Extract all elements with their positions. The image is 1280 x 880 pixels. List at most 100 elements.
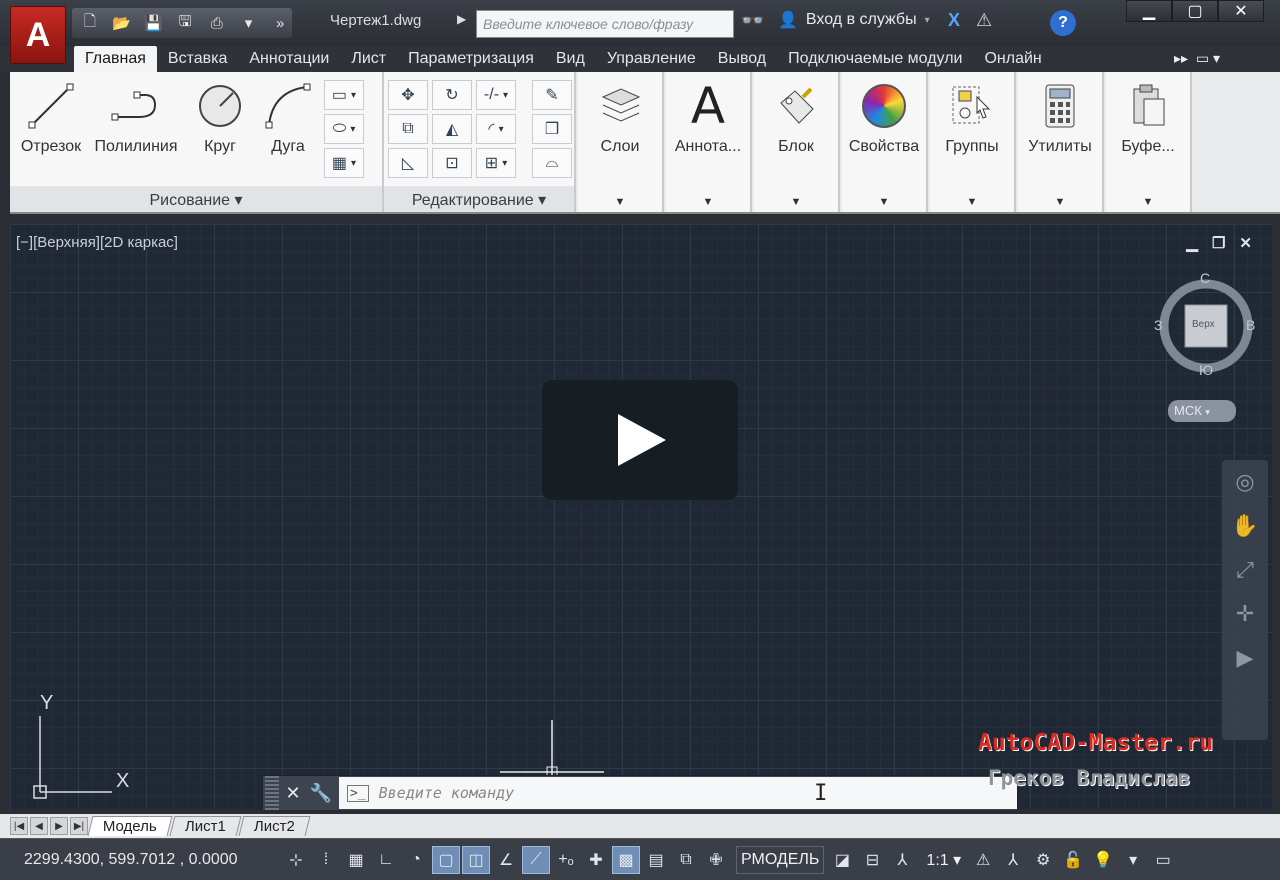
annotation-scale-icon[interactable]: ⅄ xyxy=(888,846,916,874)
viewcube-west[interactable]: З xyxy=(1154,317,1162,333)
block-dropdown-icon[interactable]: ▼ xyxy=(754,196,838,208)
hardware-acceleration-icon[interactable]: 💡 xyxy=(1089,846,1117,874)
signin-dropdown-icon[interactable]: ▾ xyxy=(925,15,930,26)
open-folder-icon[interactable]: 📂 xyxy=(110,12,134,34)
erase-icon[interactable]: ✎ xyxy=(532,80,572,110)
rectangle-icon[interactable]: ▭ xyxy=(324,80,364,110)
object-snap-icon[interactable]: ▢ xyxy=(432,845,460,874)
viewcube[interactable]: С Ю З В Верх xyxy=(1154,270,1256,378)
binoculars-icon[interactable]: 👓 xyxy=(740,8,765,33)
snap-mode-icon[interactable]: ⁞ xyxy=(312,846,340,874)
viewport-minimize-icon[interactable]: ▁ xyxy=(1186,234,1198,252)
viewport-close-icon[interactable]: ✕ xyxy=(1239,234,1252,252)
explode-icon[interactable]: ❒ xyxy=(532,114,572,144)
signin-area[interactable]: 👓 👤 Вход в службы ▾ xyxy=(740,10,930,32)
arc-tool[interactable]: Дуга xyxy=(258,78,318,156)
save-as-icon[interactable]: 🖫 xyxy=(173,12,197,34)
model-space-toggle[interactable]: РМОДЕЛЬ xyxy=(736,845,825,874)
command-line-grip[interactable] xyxy=(265,776,279,810)
tab-plugins[interactable]: Подключаемые модули xyxy=(777,46,973,72)
viewcube-north[interactable]: С xyxy=(1200,270,1210,286)
tab-parametric[interactable]: Параметризация xyxy=(397,46,545,72)
properties-panel[interactable]: Свойства ▼ xyxy=(842,72,928,212)
annotation-scale[interactable]: 1:1 ▾ xyxy=(926,850,961,870)
close-icon[interactable]: ✕ xyxy=(1218,0,1264,22)
transparency-icon[interactable]: ▩ xyxy=(612,845,640,874)
viewport-restore-icon[interactable]: ❐ xyxy=(1212,234,1225,252)
plot-icon[interactable]: ⎙ xyxy=(205,12,229,34)
exchange-x-icon[interactable]: X xyxy=(948,10,960,31)
prev-tab-icon[interactable]: ◀ xyxy=(30,817,48,835)
fillet-icon[interactable]: ◜ xyxy=(476,114,516,144)
workspace-gear-icon[interactable]: ⚙ xyxy=(1029,846,1057,874)
clean-screen-icon[interactable]: ▭ xyxy=(1149,846,1177,874)
command-input[interactable]: >_ Введите команду I xyxy=(339,777,1017,809)
viewcube-east[interactable]: В xyxy=(1246,317,1255,333)
ribbon-more-icon[interactable]: ▸▸ ▭ ▾ xyxy=(1174,50,1220,67)
selection-cycling-icon[interactable]: ⧉ xyxy=(672,846,700,874)
line-tool[interactable]: Отрезок xyxy=(16,78,86,156)
maximize-icon[interactable]: ▢ xyxy=(1172,0,1218,22)
minimize-icon[interactable]: ▁ xyxy=(1126,0,1172,22)
zoom-extents-icon[interactable]: ⤢ xyxy=(1222,548,1268,592)
tab-home[interactable]: Главная xyxy=(74,46,157,72)
lock-icon[interactable]: 🔓 xyxy=(1059,846,1087,874)
modify-panel-title[interactable]: Редактирование ▾ xyxy=(384,186,574,212)
dynamic-input-icon[interactable]: +ₒ xyxy=(552,846,580,874)
command-close-icon[interactable]: ✕ xyxy=(279,783,307,804)
command-settings-icon[interactable]: 🔧 xyxy=(307,783,335,804)
groups-dropdown-icon[interactable]: ▼ xyxy=(930,196,1014,208)
orbit-icon[interactable]: ✛ xyxy=(1222,592,1268,636)
help-button[interactable]: ? xyxy=(1050,10,1076,36)
offset-icon[interactable]: ⌓ xyxy=(532,148,572,178)
polyline-tool[interactable]: Полилиния xyxy=(90,78,182,156)
stretch-icon[interactable]: ◺ xyxy=(388,148,428,178)
coordinates-readout[interactable]: 2299.4300, 599.7012 , 0.0000 xyxy=(0,851,282,869)
annotation-dropdown-icon[interactable]: ▼ xyxy=(666,196,750,208)
move-icon[interactable]: ✥ xyxy=(388,80,428,110)
groups-panel[interactable]: Группы ▼ xyxy=(930,72,1016,212)
object-tracking-icon[interactable]: ∠ xyxy=(492,846,520,874)
tab-output[interactable]: Вывод xyxy=(707,46,777,72)
last-tab-icon[interactable]: ▶| xyxy=(70,817,88,835)
scale-icon[interactable]: ⊡ xyxy=(432,148,472,178)
copy-icon[interactable]: ⧉ xyxy=(388,114,428,144)
annotation-visibility-icon[interactable]: ⚠ xyxy=(969,846,997,874)
annotation-panel[interactable]: A Аннота... ▼ xyxy=(666,72,752,212)
grid-display-icon[interactable]: ▦ xyxy=(342,846,370,874)
auto-scale-icon[interactable]: ⅄ xyxy=(999,846,1027,874)
viewcube-south[interactable]: Ю xyxy=(1199,362,1213,378)
utilities-dropdown-icon[interactable]: ▼ xyxy=(1018,196,1102,208)
quick-view-drawings-icon[interactable]: ⊟ xyxy=(858,846,886,874)
viewport-label[interactable]: [−][Верхняя][2D каркас] xyxy=(16,234,178,251)
new-file-icon[interactable]: 🗋 xyxy=(78,12,102,34)
quick-view-layouts-icon[interactable]: ◪ xyxy=(828,846,856,874)
hatch-icon[interactable]: ▦ xyxy=(324,148,364,178)
draw-panel-title[interactable]: Рисование ▾ xyxy=(10,186,382,212)
command-prompt-icon[interactable]: >_ xyxy=(347,784,369,802)
clipboard-dropdown-icon[interactable]: ▼ xyxy=(1106,196,1190,208)
ellipse-icon[interactable]: ⬭ xyxy=(324,114,364,144)
autodesk-360-icon[interactable]: ⚠ xyxy=(976,10,992,31)
undo-icon[interactable]: ▾ xyxy=(237,12,261,34)
tab-manage[interactable]: Управление xyxy=(596,46,707,72)
tab-model[interactable]: Модель xyxy=(87,816,173,836)
search-expand-icon[interactable]: ▶ xyxy=(457,12,466,26)
viewcube-face-top[interactable]: Верх xyxy=(1192,319,1215,330)
annotation-monitor-icon[interactable]: ✙ xyxy=(702,846,730,874)
showmotion-icon[interactable]: ▶ xyxy=(1222,636,1268,680)
clipboard-panel[interactable]: Буфе... ▼ xyxy=(1106,72,1192,212)
properties-dropdown-icon[interactable]: ▼ xyxy=(842,196,926,208)
tab-layout[interactable]: Лист xyxy=(340,46,397,72)
tab-annotate[interactable]: Аннотации xyxy=(238,46,340,72)
ortho-mode-icon[interactable]: ∟ xyxy=(372,846,400,874)
mirror-icon[interactable]: ◭ xyxy=(432,114,472,144)
block-panel[interactable]: Блок ▼ xyxy=(754,72,840,212)
3d-osnap-icon[interactable]: ◫ xyxy=(462,845,490,874)
statusbar-menu-icon[interactable]: ▾ xyxy=(1119,846,1147,874)
steering-wheel-icon[interactable]: ◎ xyxy=(1222,460,1268,504)
layers-dropdown-icon[interactable]: ▼ xyxy=(578,196,662,208)
quick-properties-icon[interactable]: ▤ xyxy=(642,846,670,874)
infer-constraints-icon[interactable]: ⊹ xyxy=(282,846,310,874)
signin-label[interactable]: Вход в службы xyxy=(806,11,917,29)
